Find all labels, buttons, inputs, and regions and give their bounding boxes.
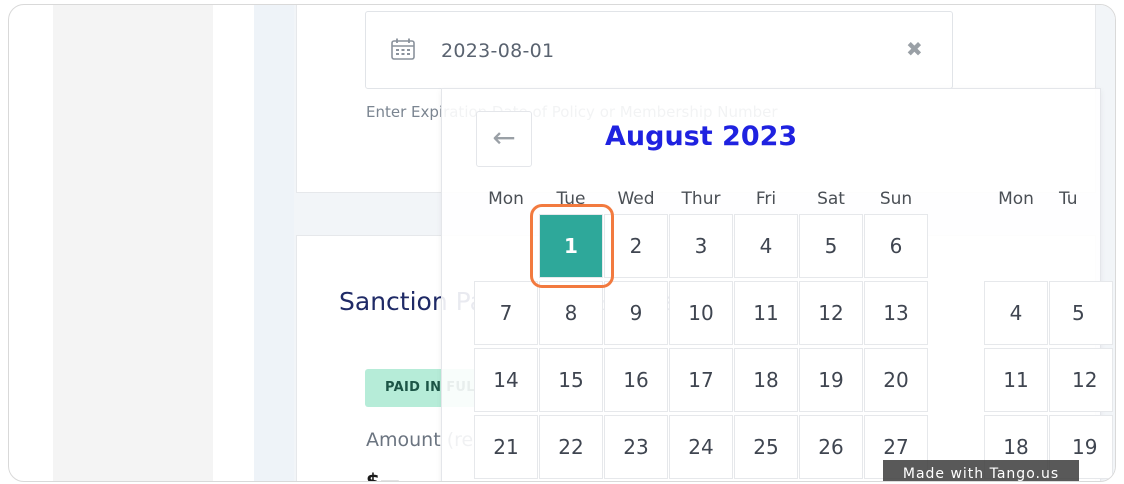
day-cell[interactable]: 16 bbox=[604, 348, 668, 412]
step-highlight-ring bbox=[530, 204, 614, 288]
left-sidebar-strip bbox=[254, 5, 294, 481]
weekday-thu: Thur bbox=[681, 189, 721, 209]
expiration-date-input[interactable]: 2023-08-01 ✖ bbox=[365, 11, 953, 89]
day-cell[interactable]: 26 bbox=[799, 415, 863, 479]
day-cell[interactable]: 6 bbox=[864, 214, 928, 278]
day-cell[interactable]: 8 bbox=[539, 281, 603, 345]
day-cell[interactable]: 12 bbox=[799, 281, 863, 345]
day-cell[interactable]: 25 bbox=[734, 415, 798, 479]
day-cell[interactable]: 11 bbox=[734, 281, 798, 345]
screenshot-frame: 2023-08-01 ✖ Enter Expiration Date of Po… bbox=[8, 4, 1116, 482]
day-cell[interactable]: 15 bbox=[539, 348, 603, 412]
weekday-mon: Mon bbox=[488, 189, 524, 209]
day-cell[interactable]: 18 bbox=[734, 348, 798, 412]
next-day-cell[interactable]: 4 bbox=[984, 281, 1048, 345]
date-picker-popup: ← August 2023 Mon Tue Wed Thur Fri Sat S… bbox=[441, 88, 1113, 481]
tango-watermark: Made with Tango.us bbox=[883, 460, 1079, 481]
weekday-sun: Sun bbox=[879, 189, 913, 209]
weekday-wed: Wed bbox=[617, 189, 655, 209]
day-cell[interactable]: 17 bbox=[669, 348, 733, 412]
day-cell[interactable]: 9 bbox=[604, 281, 668, 345]
weekday-fri: Fri bbox=[755, 189, 777, 209]
next-weekday-tue: Tu bbox=[1059, 189, 1078, 209]
next-day-cell[interactable]: 11 bbox=[984, 348, 1048, 412]
day-cell[interactable]: 5 bbox=[799, 214, 863, 278]
close-icon[interactable]: ✖ bbox=[906, 39, 924, 59]
day-cell[interactable]: 24 bbox=[669, 415, 733, 479]
day-cell[interactable]: 22 bbox=[539, 415, 603, 479]
left-gutter bbox=[53, 5, 213, 481]
amount-value: $— bbox=[366, 469, 400, 482]
month-title: August 2023 bbox=[605, 121, 798, 152]
day-cell[interactable]: 21 bbox=[474, 415, 538, 479]
day-cell[interactable]: 19 bbox=[799, 348, 863, 412]
next-weekday-mon: Mon bbox=[998, 189, 1034, 209]
day-cell[interactable]: 20 bbox=[864, 348, 928, 412]
day-cell[interactable]: 3 bbox=[669, 214, 733, 278]
day-cell[interactable]: 4 bbox=[734, 214, 798, 278]
day-cell[interactable]: 23 bbox=[604, 415, 668, 479]
next-day-cell[interactable]: 12 bbox=[1049, 348, 1113, 412]
prev-month-button[interactable]: ← bbox=[476, 111, 532, 167]
day-cell[interactable]: 7 bbox=[474, 281, 538, 345]
day-cell[interactable]: 13 bbox=[864, 281, 928, 345]
date-value[interactable]: 2023-08-01 bbox=[441, 40, 554, 62]
day-cell[interactable]: 14 bbox=[474, 348, 538, 412]
day-cell[interactable]: 10 bbox=[669, 281, 733, 345]
calendar-icon[interactable] bbox=[391, 38, 415, 60]
next-day-cell[interactable]: 5 bbox=[1049, 281, 1113, 345]
weekday-sat: Sat bbox=[817, 189, 845, 209]
